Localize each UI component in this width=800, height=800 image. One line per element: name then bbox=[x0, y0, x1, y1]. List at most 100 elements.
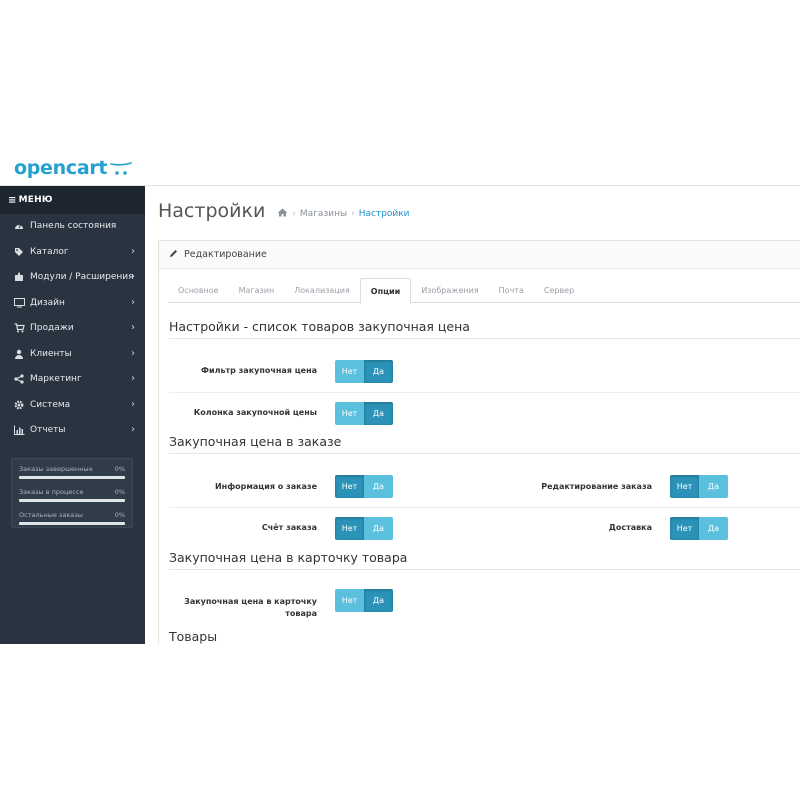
sidebar-item-label: Маркетинг bbox=[30, 374, 82, 385]
toggle-no-button[interactable]: Нет bbox=[335, 517, 364, 540]
purchase-price-column-toggle: Нет Да bbox=[335, 402, 393, 425]
sidebar-item-extensions[interactable]: Модули / Расширения › bbox=[0, 265, 145, 291]
tab-options[interactable]: Опции bbox=[359, 278, 412, 304]
stat-label: Остальные заказы bbox=[19, 511, 83, 519]
toggle-no-button[interactable]: Нет bbox=[670, 517, 699, 540]
toggle-yes-button[interactable]: Да bbox=[364, 360, 393, 383]
field-label: Редактирование заказа bbox=[541, 482, 652, 491]
panel-title: Редактирование bbox=[184, 249, 267, 260]
breadcrumb-link-settings[interactable]: Настройки bbox=[359, 209, 410, 219]
sidebar-item-sales[interactable]: Продажи › bbox=[0, 316, 145, 342]
section-title: Закупочная цена в карточку товара bbox=[169, 550, 408, 565]
toggle-yes-button[interactable]: Да bbox=[364, 475, 393, 498]
breadcrumb-separator: › bbox=[351, 209, 355, 219]
sidebar-item-label: Панель состояния bbox=[30, 221, 117, 232]
progress-bar bbox=[19, 476, 125, 479]
divider bbox=[169, 453, 800, 454]
field-label: Информация о заказе bbox=[214, 482, 317, 491]
toggle-yes-button[interactable]: Да bbox=[699, 517, 728, 540]
dashboard-icon bbox=[12, 221, 26, 231]
sidebar-item-design[interactable]: Дизайн › bbox=[0, 291, 145, 316]
sidebar-item-label: Каталог bbox=[30, 246, 69, 257]
chevron-right-icon: › bbox=[131, 245, 135, 257]
order-edit-toggle: Нет Да bbox=[670, 475, 728, 498]
field-label: Колонка закупочной цены bbox=[193, 408, 317, 417]
gear-icon bbox=[12, 400, 26, 410]
chevron-right-icon: › bbox=[131, 398, 135, 410]
tag-icon bbox=[12, 247, 26, 257]
toggle-yes-button[interactable]: Да bbox=[364, 517, 393, 540]
stat-value: 0% bbox=[114, 488, 125, 496]
divider bbox=[169, 507, 800, 508]
hamburger-icon: ≡ bbox=[8, 194, 17, 206]
pencil-icon bbox=[169, 249, 178, 261]
panel-heading: Редактирование bbox=[159, 241, 800, 269]
breadcrumb-link-stores[interactable]: Магазины bbox=[300, 209, 347, 219]
field-label: Закупочная цена в карточку товара bbox=[184, 597, 317, 618]
sidebar-item-label: Дизайн bbox=[30, 297, 65, 308]
section-title: Закупочная цена в заказе bbox=[169, 434, 342, 449]
sidebar-item-reports[interactable]: Отчеты › bbox=[0, 418, 145, 444]
chevron-right-icon: › bbox=[131, 347, 135, 359]
tab-images[interactable]: Изображения bbox=[411, 278, 488, 303]
menu-label: МЕНЮ bbox=[18, 195, 53, 205]
cart-icon bbox=[12, 323, 26, 333]
stat-value: 0% bbox=[114, 511, 125, 519]
order-stats-widget: Заказы завершенные 0% Заказы в процессе … bbox=[11, 458, 133, 528]
field-label: Фильтр закупочная цена bbox=[201, 366, 317, 375]
sidebar-item-label: Система bbox=[30, 399, 71, 410]
sidebar: ≡ МЕНЮ Панель состояния Каталог › Модули… bbox=[0, 186, 145, 644]
settings-tabs: Основное Магазин Локализация Опции Изобр… bbox=[168, 278, 800, 304]
divider bbox=[169, 569, 800, 570]
stat-label: Заказы в процессе bbox=[19, 488, 84, 496]
stat-processing: Заказы в процессе 0% bbox=[19, 488, 125, 502]
divider bbox=[169, 338, 800, 339]
section-title: Настройки - список товаров закупочная це… bbox=[169, 319, 470, 334]
sidebar-item-label: Отчеты bbox=[30, 425, 66, 436]
main-content: Настройки › Магазины › Настройки Редакти… bbox=[145, 186, 800, 644]
chevron-right-icon: › bbox=[131, 424, 135, 435]
toggle-no-button[interactable]: Нет bbox=[335, 402, 364, 425]
tab-general[interactable]: Основное bbox=[168, 278, 229, 303]
sidebar-item-dashboard[interactable]: Панель состояния bbox=[0, 214, 145, 240]
toggle-no-button[interactable]: Нет bbox=[335, 475, 364, 498]
toggle-yes-button[interactable]: Да bbox=[364, 402, 393, 425]
section-title: Товары bbox=[169, 629, 218, 644]
tab-server[interactable]: Сервер bbox=[534, 278, 584, 303]
toggle-no-button[interactable]: Нет bbox=[670, 475, 699, 498]
tab-mail[interactable]: Почта bbox=[489, 278, 534, 303]
sidebar-item-label: Модули / Расширения bbox=[30, 272, 134, 283]
chevron-right-icon: › bbox=[131, 322, 135, 333]
opencart-logo[interactable]: opencart bbox=[14, 156, 133, 180]
sidebar-item-label: Клиенты bbox=[30, 348, 72, 359]
tab-store[interactable]: Магазин bbox=[229, 278, 285, 303]
field-label: Счёт заказа bbox=[261, 523, 317, 532]
toggle-yes-button[interactable]: Да bbox=[364, 589, 393, 612]
chevron-right-icon: › bbox=[131, 271, 135, 282]
field-label: Доставка bbox=[608, 523, 652, 532]
user-icon bbox=[12, 349, 26, 359]
sidebar-item-marketing[interactable]: Маркетинг › bbox=[0, 367, 145, 393]
page-title: Настройки bbox=[158, 200, 266, 222]
sidebar-item-system[interactable]: Система › bbox=[0, 393, 145, 418]
invoice-toggle: Нет Да bbox=[335, 517, 393, 540]
progress-bar bbox=[19, 499, 125, 502]
puzzle-icon bbox=[12, 272, 26, 282]
toggle-no-button[interactable]: Нет bbox=[335, 360, 364, 383]
breadcrumb-separator: › bbox=[292, 209, 296, 219]
product-card-price-toggle: Нет Да bbox=[335, 589, 393, 612]
sidebar-item-catalog[interactable]: Каталог › bbox=[0, 240, 145, 265]
desktop-icon bbox=[12, 297, 26, 308]
page-header: Настройки › Магазины › Настройки bbox=[158, 200, 410, 222]
sidebar-item-customers[interactable]: Клиенты › bbox=[0, 342, 145, 367]
shipping-toggle: Нет Да bbox=[670, 517, 728, 540]
logo-text: opencart bbox=[14, 157, 108, 179]
chevron-right-icon: › bbox=[131, 296, 135, 308]
tab-localization[interactable]: Локализация bbox=[284, 278, 360, 303]
toggle-no-button[interactable]: Нет bbox=[335, 589, 364, 612]
menu-header[interactable]: ≡ МЕНЮ bbox=[0, 186, 145, 214]
home-icon[interactable] bbox=[277, 208, 288, 220]
breadcrumb: › Магазины › Настройки bbox=[277, 208, 410, 220]
order-info-toggle: Нет Да bbox=[335, 475, 393, 498]
toggle-yes-button[interactable]: Да bbox=[699, 475, 728, 498]
